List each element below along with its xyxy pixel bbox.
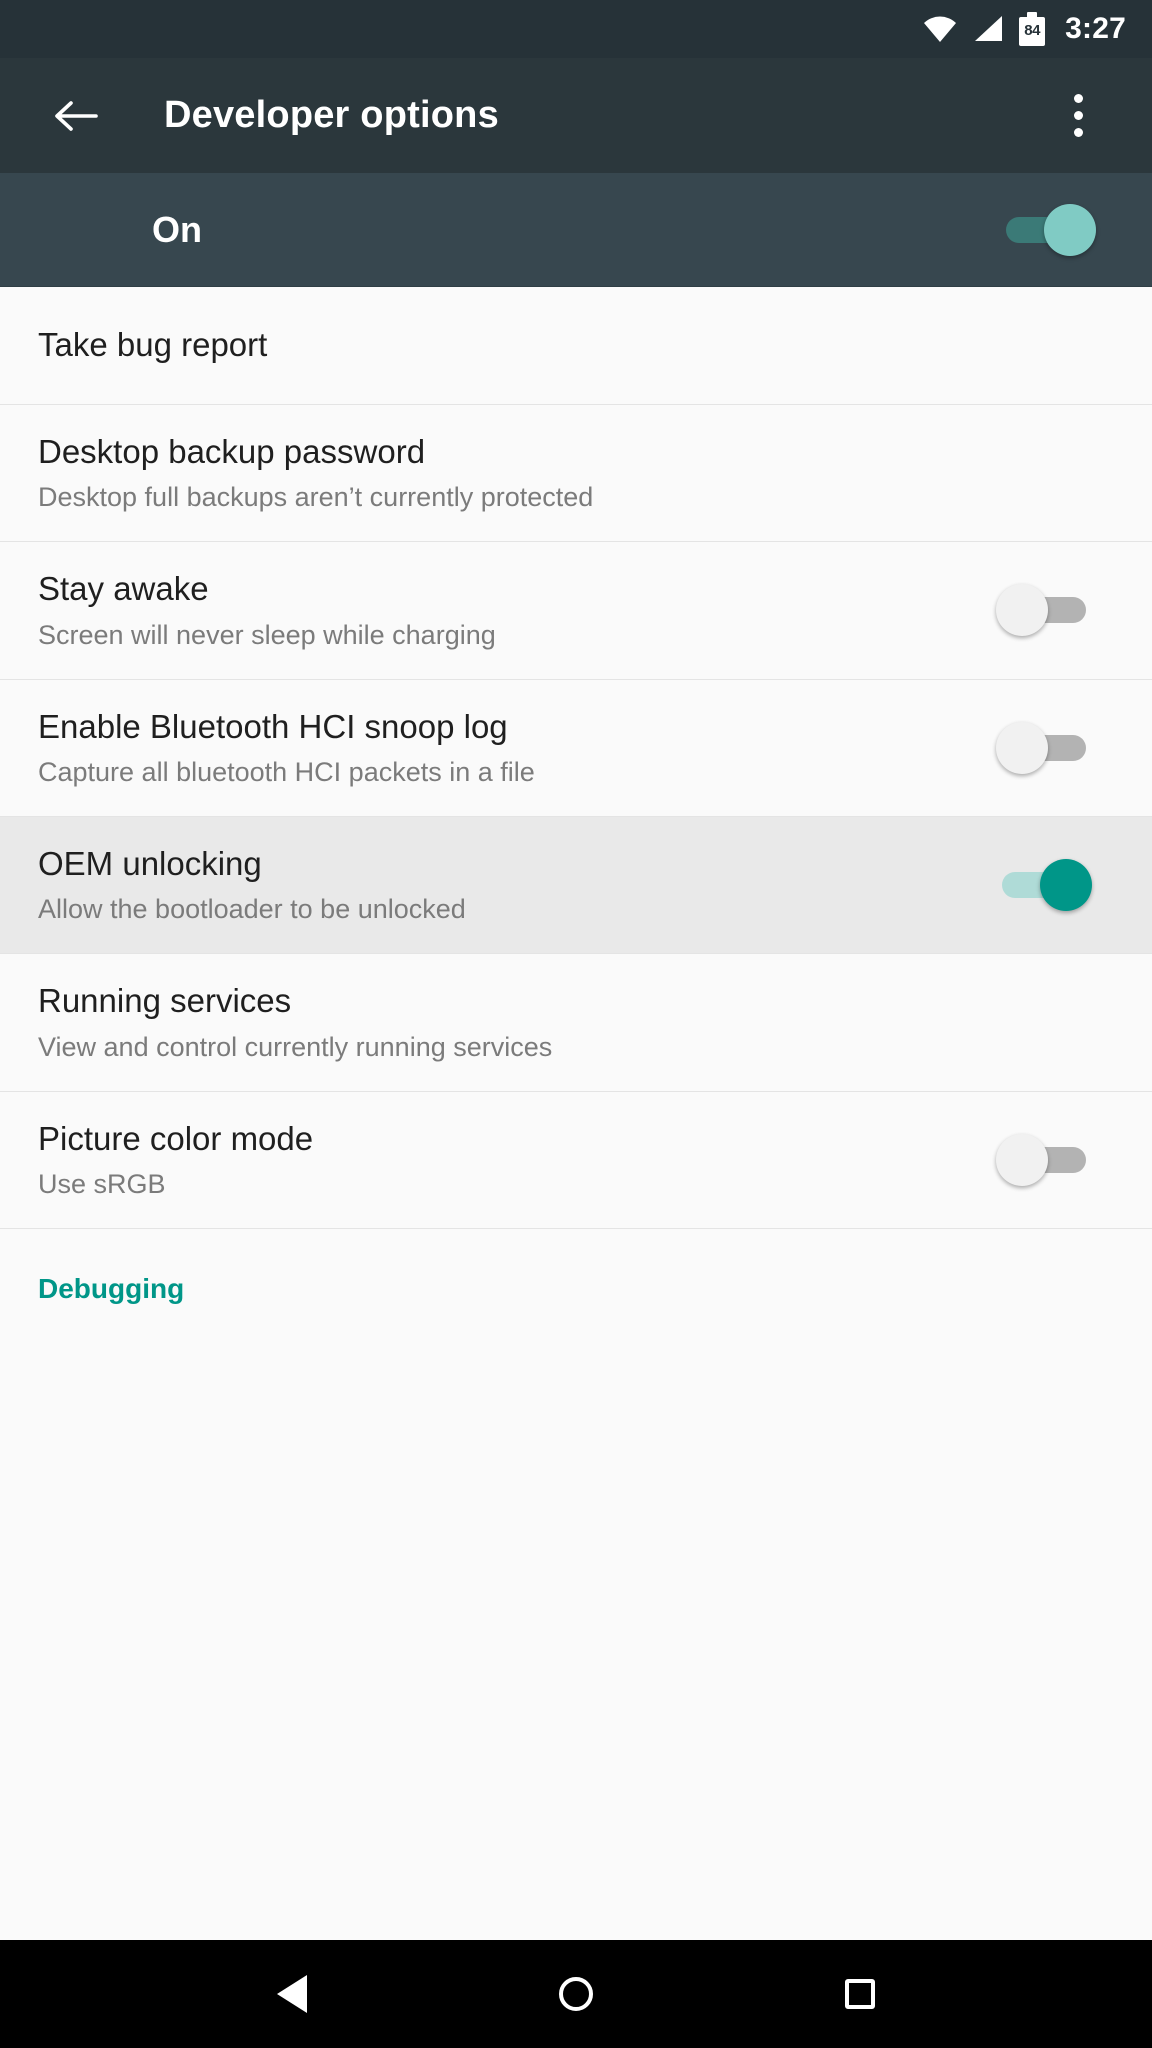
list-item-text: Stay awake Screen will never sleep while … [38,542,996,678]
status-bar: 84 3:27 [0,0,1152,58]
list-item-title: Running services [38,982,292,1020]
list-item[interactable]: Running services View and control current… [0,954,1152,1092]
section-header-label: Debugging [38,1272,185,1304]
master-switch-toggle[interactable] [1000,203,1096,256]
list-item-text: OEM unlocking Allow the bootloader to be … [38,817,996,953]
list-item-text: Running services View and control current… [38,954,1114,1090]
list-item-text: Desktop backup password Desktop full back… [38,405,1114,541]
nav-home-icon[interactable] [544,1962,608,2026]
list-item-subtitle: View and control currently running servi… [38,1031,553,1062]
back-arrow-icon[interactable] [44,84,108,148]
list-item-toggle[interactable] [996,584,1092,637]
list-item[interactable]: Picture color mode Use sRGB [0,1091,1152,1229]
list-item-subtitle: Use sRGB [38,1168,166,1199]
list-item-text: Enable Bluetooth HCI snoop log Capture al… [38,680,996,816]
list-item[interactable]: Enable Bluetooth HCI snoop log Capture al… [0,679,1152,817]
page-title: Developer options [164,94,499,136]
list-item-title: Desktop backup password [38,433,426,470]
list-item-title: OEM unlocking [38,844,262,882]
status-time: 3:27 [1065,12,1126,45]
settings-list: Take bug report Desktop backup password De… [0,287,1152,1940]
list-item-toggle[interactable] [996,721,1092,774]
cell-signal-icon [973,16,1003,42]
list-item-text: Take bug report [38,298,1114,392]
list-item[interactable]: Desktop backup password Desktop full back… [0,405,1152,543]
list-item[interactable]: Stay awake Screen will never sleep while … [0,542,1152,680]
battery-level: 84 [1024,22,1040,39]
list-item-title: Picture color mode [38,1119,314,1157]
app-bar: Developer options [0,58,1152,173]
list-item[interactable]: Take bug report [0,287,1152,405]
master-switch-label: On [152,208,202,250]
android-screen: 84 3:27 Developer options On Take bug re… [0,0,1152,2048]
navigation-bar [0,1940,1152,2048]
list-item-title: Stay awake [38,570,209,608]
list-item-subtitle: Allow the bootloader to be unlocked [38,894,466,925]
list-item-subtitle: Screen will never sleep while charging [38,619,496,650]
list-item-toggle[interactable] [996,859,1092,912]
list-item-title: Take bug report [38,326,268,364]
status-icons: 84 3:27 [923,12,1126,46]
list-item-title: Enable Bluetooth HCI snoop log [38,707,508,745]
list-item-toggle[interactable] [996,1133,1092,1186]
list-item-subtitle: Capture all bluetooth HCI packets in a f… [38,756,535,787]
nav-back-icon[interactable] [260,1962,324,2026]
developer-options-master-row[interactable]: On [0,173,1152,287]
wifi-icon [923,16,957,42]
overflow-menu-icon[interactable] [1046,80,1110,152]
list-item[interactable]: OEM unlocking Allow the bootloader to be … [0,816,1152,955]
nav-recents-icon[interactable] [828,1962,892,2026]
section-header-debugging: Debugging [0,1228,1152,1331]
list-item-subtitle: Desktop full backups aren’t currently pr… [38,482,594,513]
battery-icon: 84 [1019,12,1046,46]
list-item-text: Picture color mode Use sRGB [38,1092,996,1228]
